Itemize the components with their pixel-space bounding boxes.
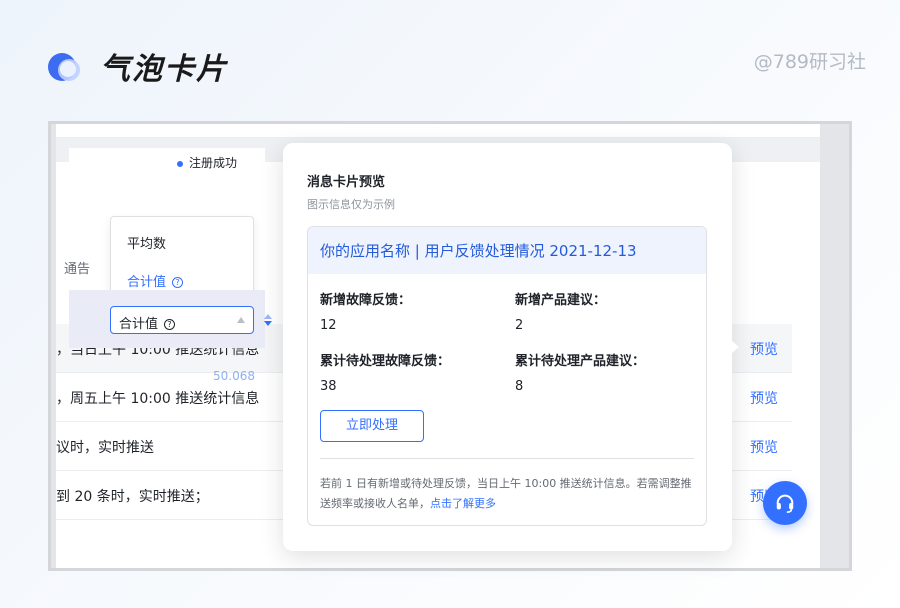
status-indicator: 注册成功 — [177, 154, 237, 171]
message-card-preview: 你的应用名称 | 用户反馈处理情况 2021-12-13 新增故障反馈： 12 … — [307, 226, 707, 526]
page-title: 气泡卡片 — [100, 52, 228, 87]
field-new-suggestions: 新增产品建议： 2 — [515, 293, 607, 333]
row-rule-text: 到 20 条时，实时推送； — [56, 489, 209, 505]
row-rule-text: ，周五上午 10:00 推送统计信息 — [56, 391, 260, 407]
headset-icon — [776, 494, 794, 513]
partial-value: 50.068 — [213, 369, 255, 383]
aggregate-dropdown-menu: 平均数 合计值? — [110, 216, 254, 300]
dropdown-option-average[interactable]: 平均数 — [127, 233, 166, 252]
bubble-logo-icon — [46, 49, 80, 83]
card-subtitle: 图示信息仅为示例 — [307, 198, 395, 211]
status-dot — [177, 160, 183, 167]
card-header: 你的应用名称 | 用户反馈处理情况 2021-12-13 — [308, 227, 706, 274]
row-rule-text: 议时，实时推送 — [56, 440, 154, 456]
learn-more-link[interactable]: 点击了解更多 — [430, 497, 496, 510]
preview-link[interactable]: 预览 — [750, 339, 778, 359]
field-new-faults: 新增故障反馈： 12 — [320, 293, 412, 333]
preview-link[interactable]: 预览 — [750, 388, 778, 408]
sort-icon[interactable] — [264, 314, 272, 326]
help-circle-icon: ? — [164, 319, 176, 330]
card-footer: 若前 1 日有新增或待处理反馈，当日上午 10:00 推送统计信息。若需调整推送… — [320, 477, 692, 510]
page-header: 气泡卡片 — [46, 44, 228, 88]
popover-arrow — [731, 340, 739, 354]
side-label: 通告 — [64, 262, 91, 277]
divider — [320, 458, 694, 459]
handle-now-button[interactable]: 立即处理 — [320, 410, 424, 442]
aggregate-select[interactable]: 合计值? — [110, 306, 254, 334]
caret-up-icon — [237, 317, 245, 323]
brand-watermark: @789研习社 — [753, 51, 866, 73]
card-title: 消息卡片预览 — [307, 175, 386, 190]
support-button[interactable] — [763, 481, 807, 525]
field-pending-faults: 累计待处理故障反馈： 38 — [320, 354, 451, 394]
preview-link[interactable]: 预览 — [750, 437, 778, 457]
aggregate-select-value: 合计值? — [119, 313, 176, 332]
message-card-popover: 消息卡片预览 图示信息仅为示例 你的应用名称 | 用户反馈处理情况 2021-1… — [283, 143, 732, 551]
field-pending-suggestions: 累计待处理产品建议： 8 — [515, 354, 646, 394]
help-circle-icon: ? — [172, 277, 184, 288]
dropdown-option-sum[interactable]: 合计值? — [127, 271, 184, 290]
aggregate-selector-panel: 注册成功 通告 平均数 合计值? 合计值? 50.068 — [64, 148, 272, 383]
